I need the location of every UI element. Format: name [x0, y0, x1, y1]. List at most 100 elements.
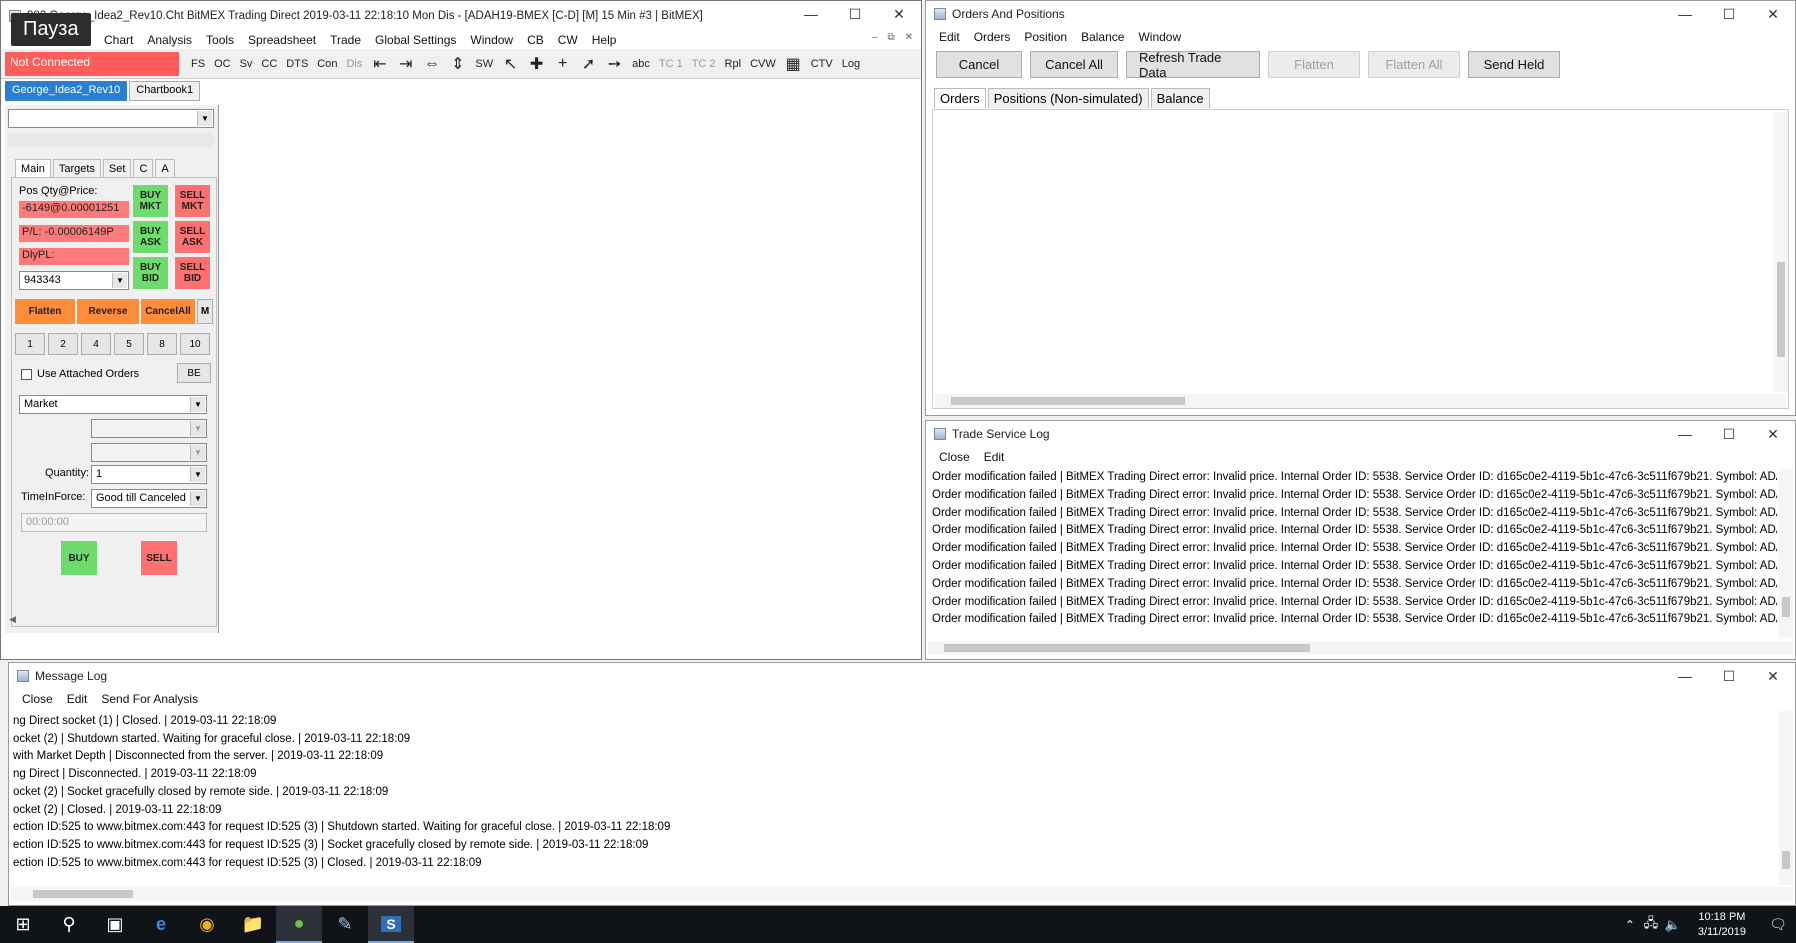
mdi-close-icon[interactable]: ✕: [905, 32, 913, 43]
sell-ask-button[interactable]: SELL ASK: [175, 221, 210, 253]
notepad-icon[interactable]: ✎: [322, 906, 368, 943]
menu-close[interactable]: Close: [932, 450, 977, 464]
be-button[interactable]: BE: [177, 363, 211, 383]
scroll-thumb[interactable]: [1782, 597, 1790, 617]
menu-cw[interactable]: CW: [551, 33, 585, 47]
sell-button[interactable]: SELL: [141, 541, 177, 575]
scroll-thumb[interactable]: [1777, 262, 1785, 357]
qty-preset-4[interactable]: 4: [81, 333, 111, 355]
scroll-left-icon[interactable]: ◀: [9, 614, 16, 624]
flatten-button[interactable]: Flatten: [1268, 51, 1360, 78]
menu-cb[interactable]: CB: [520, 33, 551, 47]
close-icon[interactable]: ✕: [1751, 1, 1795, 27]
order-type-combo[interactable]: Market ▼: [19, 395, 207, 414]
symbol-combo[interactable]: ▼: [8, 109, 214, 128]
windows-start-icon[interactable]: ⊞: [0, 906, 46, 943]
refresh-trade-data-button[interactable]: Refresh Trade Data: [1126, 50, 1260, 80]
flatten-all-button[interactable]: Flatten All: [1368, 51, 1460, 78]
sierra-chart-icon[interactable]: S: [368, 906, 414, 943]
cancel-button[interactable]: Cancel: [936, 51, 1022, 78]
minimize-icon[interactable]: —: [1663, 1, 1707, 27]
scroll-thumb[interactable]: [1782, 851, 1790, 869]
menu-trade[interactable]: Trade: [323, 33, 368, 47]
search-icon[interactable]: ⚲: [46, 906, 92, 943]
menu-analysis[interactable]: Analysis: [140, 33, 199, 47]
menu-edit[interactable]: Edit: [932, 30, 967, 44]
tab-targets[interactable]: Targets: [52, 159, 101, 178]
tab-main[interactable]: Main: [15, 159, 51, 178]
time-field[interactable]: 00:00:00: [21, 513, 207, 532]
tsl-titlebar[interactable]: Trade Service Log — ☐ ✕: [926, 421, 1795, 447]
chevron-up-icon[interactable]: ⌃: [1620, 906, 1640, 943]
orders-hscroll[interactable]: [935, 394, 1786, 408]
minimize-icon[interactable]: —: [789, 1, 833, 27]
tb-tc2[interactable]: TC 2: [688, 53, 721, 75]
tb-dis[interactable]: Dis: [342, 53, 367, 75]
scroll-left-icon[interactable]: ⇔: [419, 53, 445, 75]
menu-orders[interactable]: Orders: [967, 30, 1018, 44]
chart-titlebar[interactable]: 882 George_Idea2_Rev10.Cht BitMEX Tradin…: [1, 1, 921, 30]
menu-edit[interactable]: Edit: [60, 692, 95, 706]
minimize-icon[interactable]: —: [1663, 663, 1707, 689]
buy-market-button[interactable]: BUY MKT: [133, 185, 168, 217]
orders-vscroll[interactable]: [1774, 112, 1788, 392]
menu-tools[interactable]: Tools: [199, 33, 241, 47]
msg-hscroll[interactable]: [11, 887, 1793, 901]
maximize-icon[interactable]: ☐: [833, 1, 877, 27]
tsl-hscroll[interactable]: [928, 641, 1793, 655]
close-icon[interactable]: ✕: [1751, 663, 1795, 689]
pointer-icon[interactable]: ↖: [498, 53, 524, 75]
tab-a[interactable]: A: [155, 159, 175, 178]
tb-con[interactable]: Con: [313, 53, 342, 75]
menu-chart[interactable]: Chart: [97, 33, 140, 47]
tab-orders[interactable]: Orders: [934, 88, 986, 108]
network-icon[interactable]: 🖧: [1640, 906, 1662, 943]
flatten-button[interactable]: Flatten: [15, 299, 75, 324]
menu-spreadsheet[interactable]: Spreadsheet: [241, 33, 323, 47]
maximize-icon[interactable]: ☐: [1707, 1, 1751, 27]
close-icon[interactable]: ✕: [877, 1, 921, 27]
tb-fs[interactable]: FS: [187, 53, 210, 75]
scroll-thumb[interactable]: [33, 890, 133, 898]
qty-preset-5[interactable]: 5: [114, 333, 144, 355]
line-tool-icon[interactable]: ➚: [576, 53, 602, 75]
tab-balance[interactable]: Balance: [1150, 88, 1210, 108]
tab-george-idea2[interactable]: George_Idea2_Rev10: [5, 81, 128, 101]
tab-set[interactable]: Set: [102, 159, 132, 178]
tb-cc[interactable]: CC: [257, 53, 282, 75]
menu-edit[interactable]: Edit: [977, 450, 1012, 464]
chrome-icon[interactable]: ◉: [184, 906, 230, 943]
buy-bid-button[interactable]: BUY BID: [133, 257, 168, 289]
tb-cvw[interactable]: CVW: [746, 53, 781, 75]
price2-combo[interactable]: ▼: [91, 443, 207, 462]
tb-dts[interactable]: DTS: [282, 53, 313, 75]
buy-ask-button[interactable]: BUY ASK: [133, 221, 168, 253]
use-attached-checkbox[interactable]: [21, 369, 32, 380]
interval-narrow-icon[interactable]: ⇥: [393, 53, 419, 75]
qty-preset-10[interactable]: 10: [180, 333, 210, 355]
tb-sw[interactable]: SW: [471, 53, 498, 75]
interval-width-icon[interactable]: ⇤: [367, 53, 393, 75]
trade-panel-hscroll[interactable]: ◀: [9, 613, 219, 627]
tb-sv[interactable]: Sv: [236, 53, 258, 75]
tb-ctv[interactable]: CTV: [807, 53, 838, 75]
quantity-combo[interactable]: 1 ▼: [91, 465, 207, 484]
tif-combo[interactable]: Good till Canceled ▼: [91, 489, 207, 508]
price1-combo[interactable]: ▼: [91, 419, 207, 438]
edge-icon[interactable]: e: [138, 906, 184, 943]
tab-positions[interactable]: Positions (Non-simulated): [987, 88, 1149, 108]
menu-close[interactable]: Close: [15, 692, 60, 706]
minimize-icon[interactable]: —: [1663, 421, 1707, 447]
crosshair-icon[interactable]: ✚: [524, 53, 550, 75]
notification-icon[interactable]: 🗨: [1760, 906, 1796, 943]
scroll-right-icon[interactable]: ⇕: [445, 53, 471, 75]
menu-position[interactable]: Position: [1017, 30, 1074, 44]
sell-market-button[interactable]: SELL MKT: [175, 185, 210, 217]
mdi-restore-icon[interactable]: ⧉: [887, 32, 894, 43]
volume-icon[interactable]: 🔈: [1662, 906, 1684, 943]
menu-send-for-analysis[interactable]: Send For Analysis: [94, 692, 205, 706]
send-held-button[interactable]: Send Held: [1468, 51, 1560, 78]
orders-titlebar[interactable]: Orders And Positions — ☐ ✕: [926, 1, 1795, 27]
qty-preset-1[interactable]: 1: [15, 333, 45, 355]
qty-preset-8[interactable]: 8: [147, 333, 177, 355]
